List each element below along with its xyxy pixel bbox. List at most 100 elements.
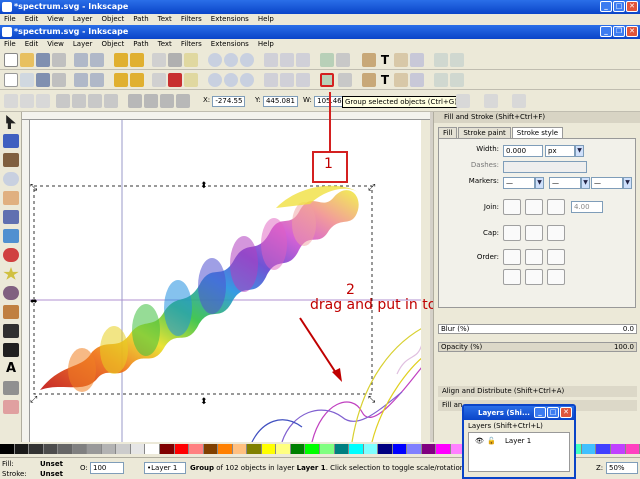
annotation-arrow-2 (299, 317, 339, 377)
mid-marker-chevron-icon[interactable]: ▼ (581, 177, 590, 189)
stroke-value[interactable]: Unset (40, 470, 63, 478)
layers-minimize-button[interactable]: _ (534, 407, 546, 418)
stroke-style-body: Width: 0.000 px ▼ Dashes: Markers: — ▼ —… (438, 138, 636, 308)
palette-swatch[interactable] (29, 444, 44, 454)
palette-swatch[interactable] (320, 444, 335, 454)
palette-swatch[interactable] (276, 444, 291, 454)
opacity-label: Opacity (%) (441, 343, 483, 351)
join-round-icon[interactable] (525, 199, 543, 215)
layers-window[interactable]: Layers (Shi... _ □ ✕ Layers (Shift+Ctrl+… (462, 404, 576, 479)
layers-header: Layers (Shift+Ctrl+L) (468, 422, 543, 430)
opacity-status-input[interactable]: 100 (90, 462, 124, 474)
palette-swatch[interactable] (407, 444, 422, 454)
palette-swatch[interactable] (87, 444, 102, 454)
palette-swatch[interactable] (334, 444, 350, 454)
palette-swatch[interactable] (421, 444, 437, 454)
dashes-select[interactable] (503, 161, 587, 173)
palette-swatch[interactable] (392, 444, 408, 454)
blur-label: Blur (%) (441, 325, 470, 333)
order-markers-stroke-icon[interactable] (547, 269, 565, 285)
start-marker-select[interactable]: — (503, 177, 535, 189)
join-bevel-icon[interactable] (547, 199, 565, 215)
cap-butt-icon[interactable] (503, 225, 521, 241)
palette-swatch[interactable] (160, 444, 175, 454)
cap-label: Cap: (483, 229, 499, 237)
palette-swatch[interactable] (581, 444, 597, 454)
palette-swatch[interactable] (14, 444, 30, 454)
mid-marker-select[interactable]: — (549, 177, 581, 189)
order-markers-fill-icon[interactable] (503, 269, 521, 285)
stroke-label: Stroke: (2, 470, 27, 478)
width-unit-select[interactable]: px (545, 145, 575, 157)
order-fill-markers-icon[interactable] (547, 249, 565, 265)
width-label: Width: (476, 145, 499, 153)
layer-lock-icon[interactable]: 🔓 (487, 437, 496, 445)
dashes-label: Dashes: (470, 161, 499, 169)
palette-swatch[interactable] (130, 444, 146, 454)
width-input[interactable]: 0.000 (503, 145, 543, 157)
palette-swatch[interactable] (596, 444, 611, 454)
palette-swatch[interactable] (116, 444, 131, 454)
tab-stroke-style[interactable]: Stroke style (511, 127, 564, 138)
opacity-status-label: O: (80, 464, 88, 472)
layers-list: 👁 🔓 Layer 1 (468, 432, 570, 472)
fill-label: Fill: (2, 460, 14, 468)
cap-round-icon[interactable] (525, 225, 543, 241)
layers-close-button[interactable]: ✕ (560, 407, 572, 418)
layers-window-titlebar[interactable]: Layers (Shi... _ □ ✕ (464, 406, 574, 420)
palette-swatch[interactable] (305, 444, 321, 454)
fill-stroke-panel: Fill and Stroke (Shift+Ctrl+F) Fill Stro… (433, 112, 640, 442)
palette-swatch[interactable] (145, 444, 161, 454)
palette-swatch[interactable] (261, 444, 277, 454)
panel-title[interactable]: Fill and Stroke (Shift+Ctrl+F) (434, 112, 640, 123)
join-label: Join: (483, 203, 499, 211)
layers-maximize-button[interactable]: □ (547, 407, 559, 418)
palette-swatch[interactable] (610, 444, 626, 454)
align-distribute-bar[interactable]: Align and Distribute (Shift+Ctrl+A) (438, 386, 637, 397)
annotation-step1-number: 1 (324, 156, 333, 172)
opacity-value: 100.0 (613, 343, 634, 351)
palette-swatch[interactable] (349, 444, 364, 454)
join-miter-icon[interactable] (503, 199, 521, 215)
palette-swatch[interactable] (43, 444, 59, 454)
cap-square-icon[interactable] (547, 225, 565, 241)
order-normal-icon[interactable] (503, 249, 521, 265)
palette-swatch[interactable] (247, 444, 262, 454)
palette-swatch[interactable] (363, 444, 379, 454)
panel-tabs: Fill Stroke paint Stroke style (438, 127, 640, 138)
palette-swatch[interactable] (72, 444, 88, 454)
end-marker-select[interactable]: — (591, 177, 623, 189)
palette-swatch[interactable] (232, 444, 248, 454)
palette-swatch[interactable] (290, 444, 306, 454)
zoom-label: Z: (596, 464, 604, 472)
layer-row-label[interactable]: Layer 1 (505, 437, 531, 445)
end-marker-chevron-icon[interactable]: ▼ (623, 177, 632, 189)
palette-swatch[interactable] (0, 444, 15, 454)
palette-swatch[interactable] (101, 444, 117, 454)
tab-fill[interactable]: Fill (438, 127, 458, 138)
palette-swatch[interactable] (58, 444, 73, 454)
palette-swatch[interactable] (378, 444, 393, 454)
status-message: Group of 102 objects in layer Layer 1. C… (190, 464, 497, 472)
palette-swatch[interactable] (436, 444, 451, 454)
markers-label: Markers: (468, 177, 499, 185)
fill-value[interactable]: Unset (40, 460, 63, 468)
palette-swatch[interactable] (218, 444, 233, 454)
layer-select[interactable]: •Layer 1 (144, 462, 186, 474)
zoom-input[interactable]: 50% (606, 462, 638, 474)
palette-swatch[interactable] (189, 444, 204, 454)
palette-swatch[interactable] (174, 444, 190, 454)
blur-value: 0.0 (622, 325, 634, 333)
palette-swatch[interactable] (203, 444, 219, 454)
miter-limit-input[interactable]: 4.00 (571, 201, 603, 213)
layer-visibility-icon[interactable]: 👁 (475, 437, 484, 445)
blur-slider[interactable]: Blur (%) 0.0 (438, 324, 637, 334)
tab-stroke-paint[interactable]: Stroke paint (458, 127, 511, 138)
width-unit-chevron-icon[interactable]: ▼ (575, 145, 584, 157)
order-stroke-fill-icon[interactable] (525, 249, 543, 265)
order-label: Order: (476, 253, 499, 261)
order-stroke-markers-icon[interactable] (525, 269, 543, 285)
start-marker-chevron-icon[interactable]: ▼ (535, 177, 544, 189)
palette-swatch[interactable] (625, 444, 640, 454)
opacity-slider[interactable]: Opacity (%) 100.0 (438, 342, 637, 352)
